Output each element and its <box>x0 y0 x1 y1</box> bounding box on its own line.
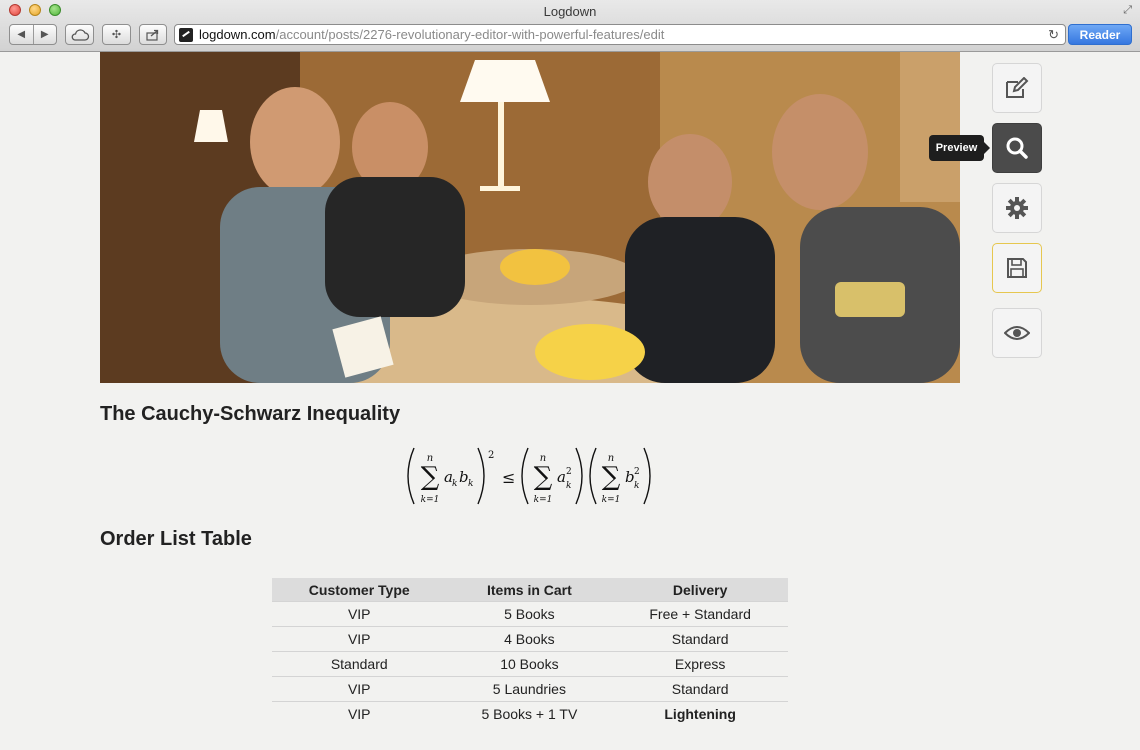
table-cell: VIP <box>272 676 447 702</box>
column-header: Items in Cart <box>446 578 613 602</box>
forward-button[interactable]: ▶ <box>32 25 57 44</box>
table-cell: VIP <box>272 701 447 726</box>
reload-icon[interactable]: ↻ <box>1048 27 1059 43</box>
table-row: VIP 5 Books + 1 TV Lightening <box>272 701 788 726</box>
cauchy-schwarz-formula: n ∑ k=1 a k b k 2 ≤ n ∑ k=1 a 2 k n ∑ k=… <box>400 444 660 508</box>
term3-b-sub: k <box>634 481 639 491</box>
table-cell: Standard <box>272 651 447 677</box>
cloud-icon <box>71 28 89 41</box>
term2-a: a <box>557 468 566 486</box>
sigma2-symbol: ∑ <box>534 462 553 492</box>
table-cell: 4 Books <box>446 626 613 652</box>
forward-arrow-icon: ▶ <box>40 29 49 40</box>
address-bar[interactable]: logdown.com /account/posts/2276-revoluti… <box>174 24 1066 45</box>
post-photo <box>100 52 960 383</box>
back-forward-buttons: ◀ ▶ <box>9 24 57 45</box>
heading-cauchy-schwarz: The Cauchy-Schwarz Inequality <box>100 403 401 425</box>
save-button[interactable] <box>992 243 1042 293</box>
table-cell: VIP <box>272 626 447 652</box>
table-row: VIP 5 Laundries Standard <box>272 676 788 702</box>
table-cell: Express <box>612 651 788 677</box>
save-icon <box>1007 258 1027 278</box>
share-icon <box>146 29 159 41</box>
table-cell: 5 Laundries <box>446 676 613 702</box>
column-header: Delivery <box>612 578 788 602</box>
site-favicon-icon <box>179 27 193 42</box>
edit-icon <box>1006 77 1029 98</box>
table-cell: 10 Books <box>446 651 613 677</box>
eye-icon <box>1004 326 1030 340</box>
term-b-sub: k <box>468 479 473 489</box>
window-titlebar: Logdown ⤢ ◀ ▶ ✣ logdown.com /account/pos… <box>0 0 1140 52</box>
page-content: The Cauchy-Schwarz Inequality n ∑ k=1 a … <box>0 52 1140 750</box>
sum3-lower: k=1 <box>602 495 621 505</box>
settings-button[interactable] <box>992 183 1042 233</box>
table-cell: Standard <box>612 626 788 652</box>
leq-symbol: ≤ <box>502 468 515 487</box>
sum-lower: k=1 <box>421 495 440 505</box>
top-sites-button[interactable]: ✣ <box>102 24 131 45</box>
table-cell: Standard <box>612 676 788 702</box>
url-path: /account/posts/2276-revolutionary-editor… <box>275 27 665 42</box>
term3-b-exp: 2 <box>634 467 640 477</box>
edit-button[interactable] <box>992 63 1042 113</box>
column-header: Customer Type <box>272 578 447 602</box>
heading-order-list-table: Order List Table <box>100 528 252 550</box>
share-button[interactable] <box>139 24 167 45</box>
icloud-tabs-button[interactable] <box>65 24 94 45</box>
sigma-symbol: ∑ <box>421 462 440 492</box>
view-button[interactable] <box>992 308 1042 358</box>
table-row: Standard 10 Books Express <box>272 651 788 677</box>
url-host: logdown.com <box>199 27 276 42</box>
term2-a-exp: 2 <box>566 467 572 477</box>
back-arrow-icon: ◀ <box>17 29 26 40</box>
reader-button[interactable]: Reader <box>1068 24 1132 45</box>
term2-a-sub: k <box>566 481 571 491</box>
table-row: VIP 5 Books Free + Standard <box>272 601 788 627</box>
table-cell: 5 Books <box>446 601 613 627</box>
table-row: VIP 4 Books Standard <box>272 626 788 652</box>
back-button[interactable]: ◀ <box>10 25 33 44</box>
table-cell: Lightening <box>612 701 788 726</box>
table-cell: 5 Books + 1 TV <box>446 701 613 726</box>
top-sites-icon: ✣ <box>111 29 122 41</box>
term-a-sub: k <box>452 479 457 489</box>
table-header-row: Customer Type Items in Cart Delivery <box>272 578 788 602</box>
fullscreen-icon[interactable]: ⤢ <box>1123 4 1132 17</box>
table-cell: VIP <box>272 601 447 627</box>
sigma3-symbol: ∑ <box>602 462 621 492</box>
outer-exponent: 2 <box>488 450 494 461</box>
window-title: Logdown <box>543 4 597 19</box>
preview-tooltip: Preview <box>929 135 990 161</box>
order-list-table: Customer Type Items in Cart Delivery VIP… <box>272 578 788 726</box>
search-icon <box>1006 137 1028 159</box>
table-cell: Free + Standard <box>612 601 788 627</box>
gear-icon <box>1006 197 1028 219</box>
sum2-lower: k=1 <box>534 495 553 505</box>
preview-button[interactable] <box>992 123 1042 173</box>
